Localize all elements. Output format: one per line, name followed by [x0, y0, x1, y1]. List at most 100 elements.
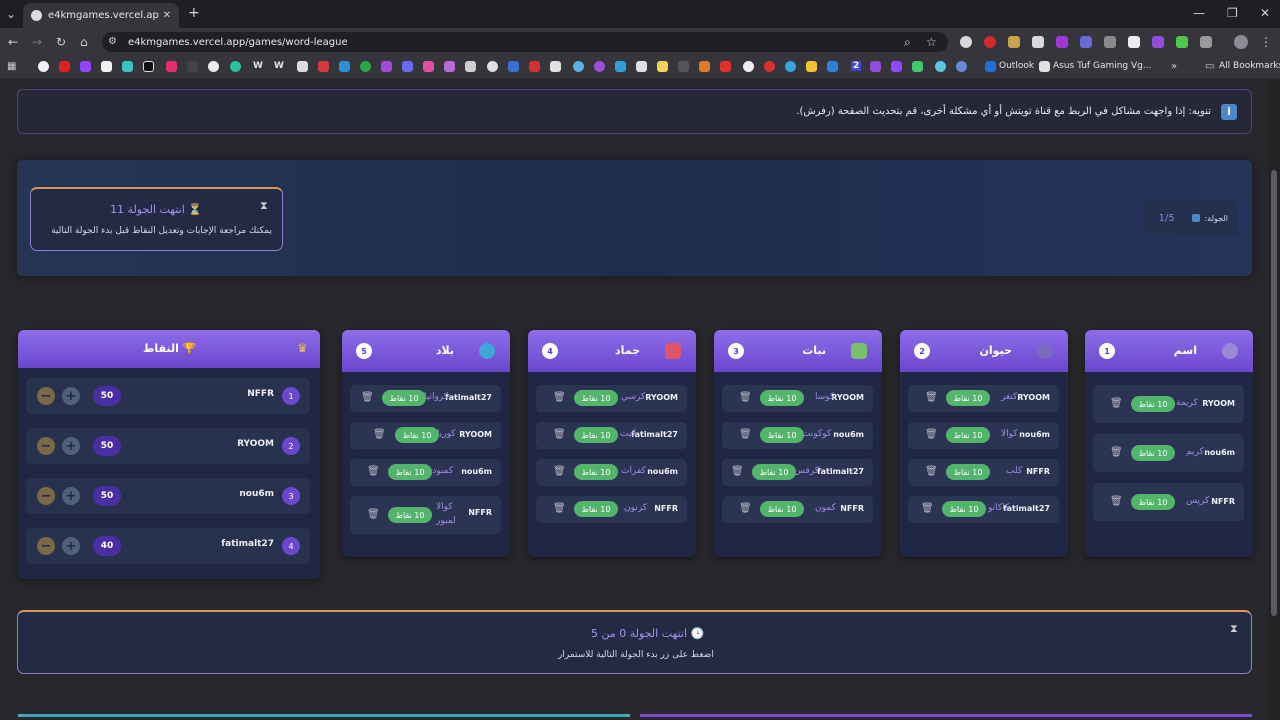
forward-icon[interactable]: →: [32, 35, 42, 49]
bookmark-27-icon[interactable]: [594, 61, 605, 72]
bookmark-twitch-icon[interactable]: [80, 61, 91, 72]
bookmark-28-icon[interactable]: [615, 61, 626, 72]
add-point-button[interactable]: +: [62, 537, 80, 555]
points-pill[interactable]: 10 نقاط: [395, 427, 439, 443]
extension-3-icon[interactable]: [1008, 36, 1020, 48]
zoom-icon[interactable]: ⌕: [904, 35, 911, 49]
points-pill[interactable]: 10 نقاط: [946, 464, 990, 480]
points-pill[interactable]: 10 نقاط: [760, 427, 804, 443]
bookmark-amazon-icon[interactable]: [101, 61, 112, 72]
remove-point-button[interactable]: −: [37, 487, 55, 505]
points-pill[interactable]: 10 نقاط: [760, 501, 804, 517]
bookmark-9-icon[interactable]: [208, 61, 219, 72]
bookmark-asus[interactable]: Asus Tuf Gaming Vg...: [1053, 61, 1151, 71]
trash-icon[interactable]: 🗑: [367, 509, 380, 521]
extension-4-icon[interactable]: [1032, 36, 1044, 48]
points-pill[interactable]: 10 نقاط: [760, 390, 804, 406]
bookmark-31-icon[interactable]: [678, 61, 689, 72]
add-point-button[interactable]: +: [62, 487, 80, 505]
bookmark-globe-icon[interactable]: [956, 61, 967, 72]
bookmark-37-icon[interactable]: [806, 61, 817, 72]
trash-icon[interactable]: 🗑: [1110, 496, 1123, 508]
bookmark-youtube-icon[interactable]: [59, 61, 70, 72]
bookmark-two-a[interactable]: 2: [851, 61, 862, 71]
remove-point-button[interactable]: −: [37, 387, 55, 405]
bookmark-5-icon[interactable]: [122, 61, 133, 72]
bookmark-32-icon[interactable]: [699, 61, 710, 72]
bookmark-star-icon[interactable]: ☆: [926, 35, 937, 49]
points-pill[interactable]: 10 نقاط: [946, 427, 990, 443]
apps-grid-icon[interactable]: ▦: [7, 60, 16, 74]
bookmark-26-icon[interactable]: [573, 61, 584, 72]
bookmark-23-icon[interactable]: [508, 61, 519, 72]
bookmark-19-icon[interactable]: [423, 61, 434, 72]
bookmark-outlook[interactable]: Outlook: [999, 61, 1034, 71]
points-pill[interactable]: 10 نقاط: [388, 507, 432, 523]
asus-icon[interactable]: [1039, 61, 1050, 72]
add-point-button[interactable]: +: [62, 437, 80, 455]
bookmark-22-icon[interactable]: [487, 61, 498, 72]
bookmark-41-icon[interactable]: [891, 61, 902, 72]
bookmark-w1[interactable]: W: [253, 61, 263, 71]
points-pill[interactable]: 10 نقاط: [574, 464, 618, 480]
extension-6-icon[interactable]: [1080, 36, 1092, 48]
bookmark-29-icon[interactable]: [636, 61, 647, 72]
bookmark-15-icon[interactable]: [339, 61, 350, 72]
points-pill[interactable]: 10 نقاط: [942, 501, 986, 517]
reload-icon[interactable]: ↻: [56, 35, 66, 49]
close-tab-icon[interactable]: ✕: [163, 10, 171, 21]
trash-icon[interactable]: 🗑: [1110, 447, 1123, 459]
extension-2-icon[interactable]: [984, 36, 996, 48]
page-scrollbar[interactable]: [1268, 80, 1280, 720]
mute-icon[interactable]: [1104, 36, 1116, 48]
bookmark-google-icon[interactable]: [38, 61, 49, 72]
restore-icon[interactable]: ❐: [1227, 6, 1238, 20]
bookmark-18-icon[interactable]: [402, 61, 413, 72]
bookmark-17-icon[interactable]: [381, 61, 392, 72]
extension-5-icon[interactable]: [1056, 36, 1068, 48]
trash-icon[interactable]: 🗑: [553, 503, 566, 515]
bookmark-8-icon[interactable]: [187, 61, 198, 72]
bookmark-14-icon[interactable]: [318, 61, 329, 72]
bookmark-38-icon[interactable]: [827, 61, 838, 72]
browser-tab[interactable]: e4kmgames.vercel.app/games/ ✕: [23, 3, 179, 28]
points-pill[interactable]: 10 نقاط: [388, 464, 432, 480]
profile-avatar-icon[interactable]: [1234, 35, 1248, 49]
add-point-button[interactable]: +: [62, 387, 80, 405]
scrollbar-thumb[interactable]: [1271, 170, 1277, 616]
bookmark-43-icon[interactable]: [935, 61, 946, 72]
minimize-icon[interactable]: —: [1193, 6, 1205, 20]
close-window-icon[interactable]: ✕: [1260, 6, 1270, 20]
trash-icon[interactable]: 🗑: [925, 392, 938, 404]
bookmark-35-icon[interactable]: [764, 61, 775, 72]
trash-icon[interactable]: 🗑: [739, 503, 752, 515]
bookmark-10-icon[interactable]: [230, 61, 241, 72]
bookmark-36-icon[interactable]: [785, 61, 796, 72]
points-pill[interactable]: 10 نقاط: [1131, 494, 1175, 510]
bookmark-33-icon[interactable]: [720, 61, 731, 72]
points-pill[interactable]: 10 نقاط: [752, 464, 796, 480]
site-info-icon[interactable]: ⚙: [108, 35, 117, 49]
extension-8-icon[interactable]: [1128, 36, 1140, 48]
new-tab-icon[interactable]: +: [188, 6, 200, 20]
trash-icon[interactable]: 🗑: [921, 503, 934, 515]
bookmark-21-icon[interactable]: [465, 61, 476, 72]
points-pill[interactable]: 10 نقاط: [574, 427, 618, 443]
menu-icon[interactable]: ⋮: [1260, 35, 1272, 49]
bookmark-w2[interactable]: W: [274, 61, 284, 71]
extensions-puzzle-icon[interactable]: [1200, 36, 1212, 48]
points-pill[interactable]: 10 نقاط: [1131, 445, 1175, 461]
bookmark-6-icon[interactable]: [143, 61, 154, 72]
trash-icon[interactable]: 🗑: [925, 429, 938, 441]
trash-icon[interactable]: 🗑: [373, 429, 386, 441]
bookmarks-overflow-icon[interactable]: »: [1171, 60, 1177, 74]
points-pill[interactable]: 10 نقاط: [946, 390, 990, 406]
points-pill[interactable]: 10 نقاط: [574, 501, 618, 517]
remove-point-button[interactable]: −: [37, 537, 55, 555]
remove-point-button[interactable]: −: [37, 437, 55, 455]
bookmark-40-icon[interactable]: [870, 61, 881, 72]
back-icon[interactable]: ←: [8, 35, 18, 49]
extension-1-icon[interactable]: [960, 36, 972, 48]
trash-icon[interactable]: 🗑: [925, 466, 938, 478]
bookmark-42-icon[interactable]: [912, 61, 923, 72]
